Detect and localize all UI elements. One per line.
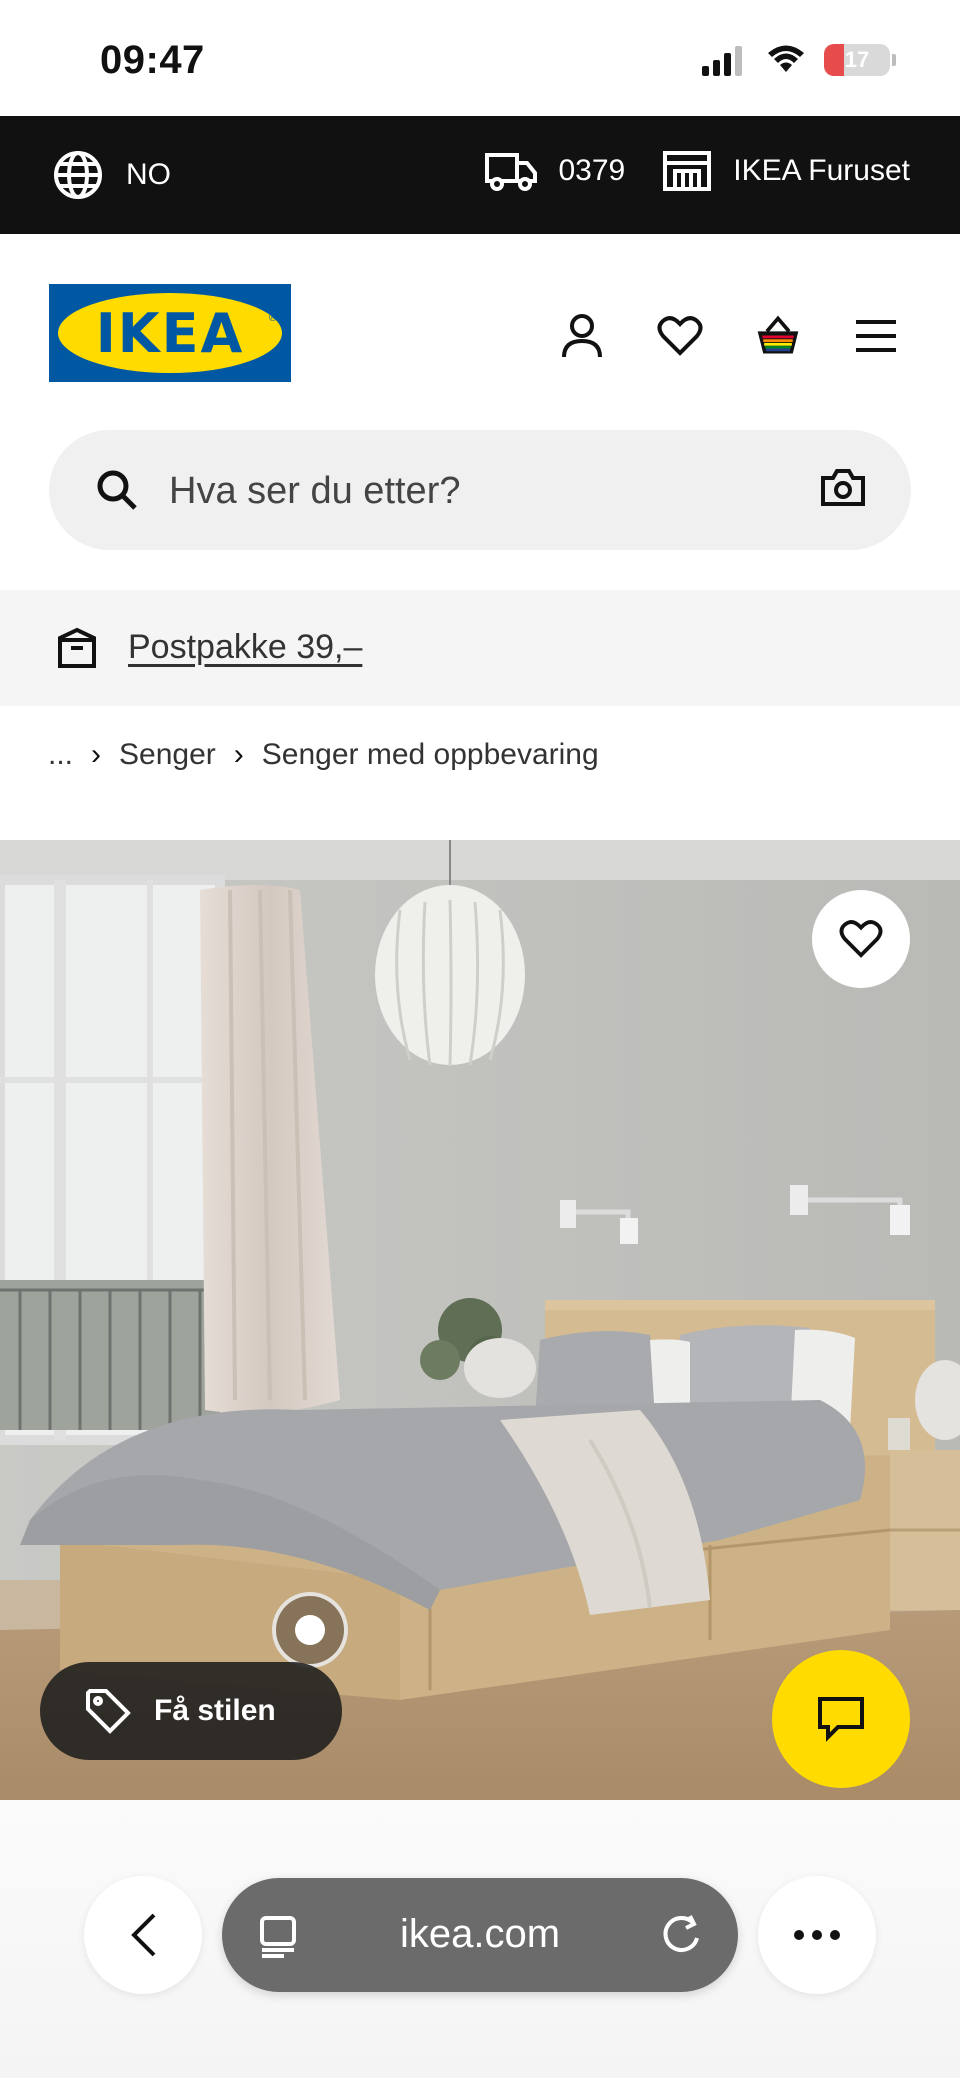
promo-link[interactable]: Postpakke 39,– [128,628,362,667]
product-hotspot[interactable] [272,1592,348,1668]
cellular-signal-icon [702,46,742,76]
status-icons: 17 [700,44,896,76]
user-icon [562,314,602,358]
parcel-box-icon [58,627,96,668]
favourites-button[interactable] [656,312,704,360]
camera-search-icon[interactable] [819,466,867,508]
language-label: NO [126,158,171,191]
delivery-postcode[interactable]: 0379 [483,149,626,193]
hotspot-dot [295,1615,325,1645]
store-icon [663,151,712,191]
address-bar[interactable]: ikea.com [222,1878,738,1992]
heart-icon [839,920,883,958]
product-image[interactable]: Få stilen [0,840,960,1800]
breadcrumb-item-senger[interactable]: Senger [119,738,216,772]
battery-indicator: 17 [824,44,890,76]
more-dot [812,1930,822,1940]
top-utility-bar: NO 0379 IKEA Furuset [0,116,960,234]
search-input[interactable]: Hva ser du etter? [169,470,460,513]
delivery-truck-icon [484,153,537,191]
cart-button[interactable] [754,312,802,360]
status-bar: 09:47 17 [0,0,960,116]
battery-tip [892,54,896,66]
get-the-style-button[interactable]: Få stilen [40,1662,342,1760]
postcode-label: 0379 [558,154,626,187]
menu-button[interactable] [852,312,900,360]
logo-registered-mark: ® [268,312,277,324]
more-dot [794,1930,804,1940]
image-favourite-button[interactable] [812,890,910,988]
shopping-basket-icon [757,315,799,354]
chat-bubble-icon [818,1697,864,1742]
store-label: IKEA Furuset [733,154,910,187]
promo-banner: Postpakke 39,– [0,590,960,706]
breadcrumb-item-senger-med-oppbevaring[interactable]: Senger med oppbevaring [262,738,599,772]
browser-toolbar: ikea.com [0,1800,960,2078]
status-time: 09:47 [100,38,205,82]
price-tag-icon [86,1689,131,1734]
battery-level: 17 [844,47,870,72]
logo-oval: IKEA [58,293,282,373]
search-icon [97,470,137,510]
language-selector[interactable]: NO [52,149,171,201]
logo-text: IKEA [95,301,245,365]
search-bar[interactable]: Hva ser du etter? [49,430,911,550]
more-dot [830,1930,840,1940]
chevron-right-icon: › [91,738,102,771]
reload-icon[interactable] [660,1912,702,1956]
site-header: IKEA ® [0,234,960,430]
store-selector[interactable]: IKEA Furuset [661,149,910,193]
browser-more-button[interactable] [758,1876,876,1994]
chevron-right-icon: › [233,738,244,771]
hamburger-menu-icon [856,320,896,352]
ikea-logo[interactable]: IKEA ® [49,284,291,382]
chevron-left-icon [131,1913,156,1957]
get-the-style-label: Få stilen [154,1694,276,1727]
globe-icon [54,151,102,199]
account-button[interactable] [558,312,606,360]
breadcrumb: ... › Senger › Senger med oppbevaring [48,738,599,772]
heart-icon [657,316,703,356]
chat-button[interactable] [772,1650,910,1788]
breadcrumb-ellipsis[interactable]: ... [48,738,73,772]
browser-back-button[interactable] [84,1876,202,1994]
wifi-icon [768,45,804,72]
